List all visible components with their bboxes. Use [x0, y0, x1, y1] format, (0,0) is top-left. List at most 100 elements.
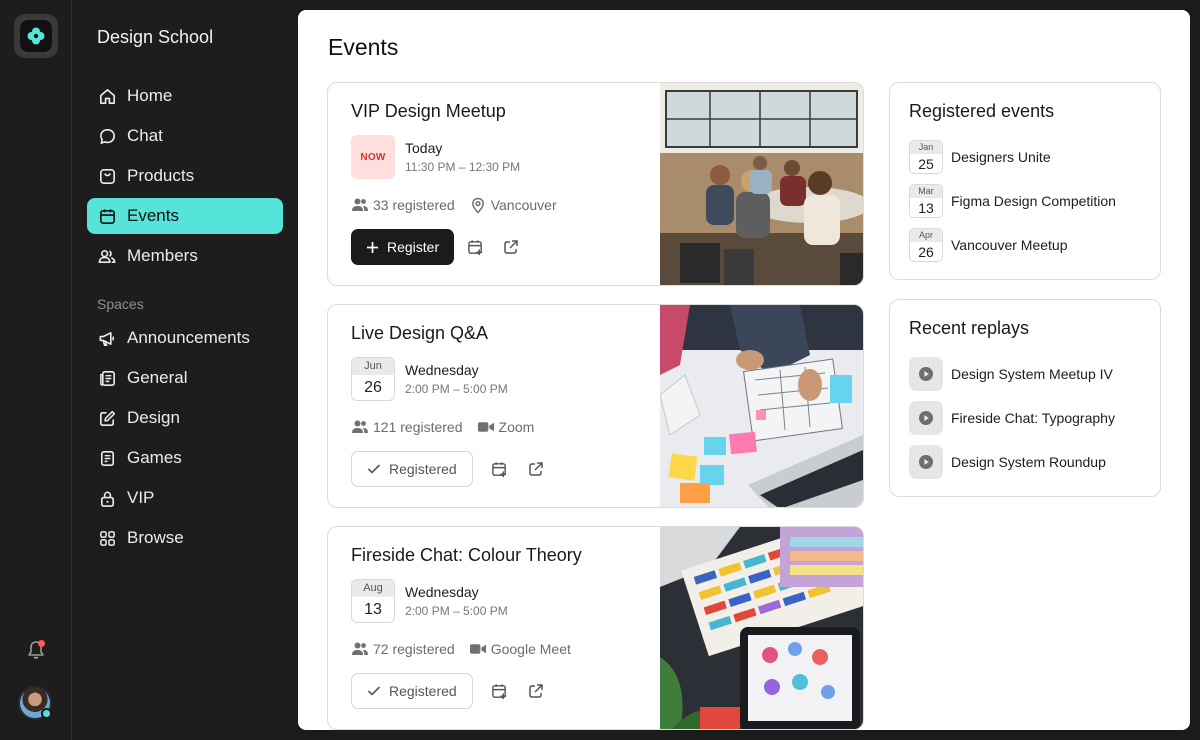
registered-event-item[interactable]: Mar 13 Figma Design Competition — [909, 184, 1116, 218]
space-item-announcements[interactable]: Announcements — [87, 320, 283, 356]
replay-item[interactable]: Design System Meetup IV — [909, 357, 1113, 391]
registered-count: 72 registered — [373, 641, 455, 657]
nav-item-products[interactable]: Products — [87, 158, 283, 194]
now-badge: NOW — [351, 135, 395, 179]
users-icon — [97, 246, 117, 266]
event-title: VIP Design Meetup — [351, 101, 506, 121]
register-label: Register — [387, 239, 440, 255]
share-button[interactable] — [521, 454, 551, 484]
nav-item-home[interactable]: Home — [87, 78, 283, 114]
nav-label: Home — [127, 86, 173, 105]
event-time: 2:00 PM – 5:00 PM — [405, 382, 508, 396]
space-item-design[interactable]: Design — [87, 400, 283, 436]
event-card[interactable]: VIP Design Meetup NOW Today 11:30 PM – 1… — [327, 82, 864, 286]
user-avatar[interactable] — [18, 686, 52, 720]
recent-replays-title: Recent replays — [909, 318, 1030, 338]
replay-item[interactable]: Design System Roundup — [909, 445, 1106, 479]
main-nav: Home Chat Products Events Members — [87, 78, 283, 278]
event-location: Google Meet — [490, 641, 571, 657]
nav-label: Members — [127, 246, 198, 265]
registered-button[interactable]: Registered — [351, 451, 473, 487]
video-icon — [469, 640, 487, 658]
registered-event-item[interactable]: Apr 26 Vancouver Meetup — [909, 228, 1067, 262]
users-icon — [351, 640, 369, 658]
event-day-number: 13 — [918, 200, 934, 216]
event-card[interactable]: Live Design Q&A Jun 26 Wednesday 2:00 PM… — [327, 304, 864, 508]
megaphone-icon — [97, 328, 117, 348]
event-card[interactable]: Fireside Chat: Colour Theory Aug 13 Wedn… — [327, 526, 864, 730]
registered-event-name: Vancouver Meetup — [951, 237, 1068, 253]
nav-item-members[interactable]: Members — [87, 238, 283, 274]
share-icon — [528, 684, 543, 698]
nav-label: Browse — [127, 528, 184, 547]
add-to-calendar-button[interactable] — [485, 454, 515, 484]
event-title: Fireside Chat: Colour Theory — [351, 545, 582, 565]
space-item-games[interactable]: Games — [87, 440, 283, 476]
event-day: Wednesday — [405, 362, 479, 378]
notifications-bell-icon[interactable] — [24, 638, 48, 662]
space-item-general[interactable]: General — [87, 360, 283, 396]
share-button[interactable] — [521, 676, 551, 706]
nav-label: VIP — [127, 488, 155, 507]
event-month: Mar — [910, 185, 942, 198]
nav-label: General — [127, 368, 188, 387]
document-icon — [97, 368, 117, 388]
calendar-add-icon — [467, 239, 482, 255]
page-title: Events — [328, 34, 399, 60]
online-status-indicator — [41, 708, 52, 719]
event-date: Mar 13 — [909, 184, 943, 218]
registered-label: Registered — [389, 683, 457, 699]
nav-label: Announcements — [127, 328, 250, 347]
event-date: Apr 26 — [909, 228, 943, 262]
registered-events-title: Registered events — [909, 101, 1055, 121]
event-day: Wednesday — [405, 584, 479, 600]
event-month: Jun — [352, 358, 394, 375]
event-month: Apr — [910, 229, 942, 242]
event-day-number: 13 — [364, 601, 382, 618]
replay-title: Design System Roundup — [951, 454, 1106, 470]
chat-icon — [97, 126, 117, 146]
nav-label: Design — [127, 408, 180, 427]
nav-item-chat[interactable]: Chat — [87, 118, 283, 154]
bag-icon — [97, 166, 117, 186]
users-icon — [351, 418, 369, 436]
event-month: Aug — [352, 580, 394, 597]
event-day-number: 25 — [918, 156, 934, 172]
event-day-number: 26 — [364, 379, 382, 396]
register-button[interactable]: Register — [351, 229, 455, 265]
event-location: Vancouver — [490, 197, 557, 213]
registered-button[interactable]: Registered — [351, 673, 473, 709]
event-time: 11:30 PM – 12:30 PM — [405, 160, 521, 174]
registered-events-card: Registered events Jan 25 Designers Unite… — [889, 82, 1161, 280]
event-meta: 33 registered Vancouver — [351, 196, 557, 214]
space-item-vip[interactable]: VIP — [87, 480, 283, 516]
event-actions: Register — [351, 229, 526, 265]
replay-item[interactable]: Fireside Chat: Typography — [909, 401, 1115, 435]
check-icon — [367, 464, 381, 474]
sidebar: Design School Home Chat Products Events — [73, 0, 297, 740]
community-name: Design School — [97, 27, 214, 47]
home-icon — [97, 86, 117, 106]
plus-icon — [367, 241, 378, 253]
icon-rail — [0, 0, 72, 740]
nav-item-events[interactable]: Events — [87, 198, 283, 234]
add-to-calendar-button[interactable] — [485, 676, 515, 706]
event-photo — [660, 83, 863, 285]
grid-icon — [97, 528, 117, 548]
space-item-browse[interactable]: Browse — [87, 520, 283, 556]
calendar-add-icon — [492, 683, 507, 699]
main-content: Events VIP Design Meetup NOW Today 11:30… — [298, 10, 1190, 730]
spaces-heading: Spaces — [97, 296, 144, 312]
nav-label: Chat — [127, 126, 163, 145]
add-to-calendar-button[interactable] — [460, 232, 490, 262]
event-actions: Registered — [351, 673, 551, 709]
registered-event-item[interactable]: Jan 25 Designers Unite — [909, 140, 1051, 174]
nav-label: Products — [127, 166, 195, 185]
app-logo[interactable] — [14, 14, 58, 58]
registered-count: 121 registered — [373, 419, 463, 435]
share-icon — [504, 240, 518, 254]
share-icon — [528, 462, 543, 476]
event-photo — [659, 305, 863, 507]
share-button[interactable] — [496, 232, 526, 262]
event-month: Jan — [910, 141, 942, 154]
